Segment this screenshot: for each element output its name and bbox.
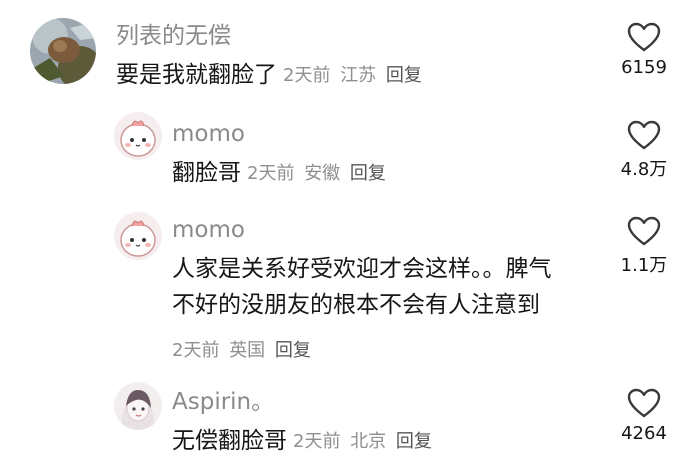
like-count: 4.8万: [620, 159, 668, 180]
reply-button[interactable]: 回复: [386, 65, 422, 86]
reply-item: Aspirin。 无偿翻脸哥 2天前 北京 回复 4264: [0, 372, 690, 468]
heart-icon: [627, 22, 661, 52]
comment-text: 翻脸哥 2天前 安徽 回复: [172, 154, 390, 193]
like-count: 6159: [621, 57, 667, 78]
comment-location: 英国: [229, 340, 266, 361]
comment-username[interactable]: 列表的无偿: [116, 22, 231, 50]
comment-username[interactable]: Aspirin。: [172, 388, 274, 416]
comment-time: 2天前: [293, 431, 341, 452]
heart-icon: [627, 216, 661, 246]
reply-button[interactable]: 回复: [275, 340, 311, 361]
comment-username[interactable]: momo: [172, 120, 245, 148]
like-count: 4264: [621, 423, 667, 444]
heart-icon: [627, 120, 661, 150]
comment-meta: 2天前 北京 回复: [293, 431, 436, 452]
comment-meta: 2天前 英国 回复: [172, 336, 315, 362]
comment-time: 2天前: [283, 65, 331, 86]
like-button[interactable]: 4.8万: [604, 120, 684, 181]
reply-item: momo 人家是关系好受欢迎才会这样。。脾气 不好的没朋友的根本不会有人注意到 …: [0, 200, 690, 370]
avatar[interactable]: [114, 382, 162, 430]
avatar[interactable]: [114, 112, 162, 160]
comment-text-line-2: 不好的没朋友的根本不会有人注意到: [172, 292, 540, 318]
comment-body: 无偿翻脸哥: [172, 428, 287, 454]
reply-button[interactable]: 回复: [350, 163, 386, 184]
comment-text-line-1: 人家是关系好受欢迎才会这样。。脾气: [172, 256, 552, 282]
comment-text: 要是我就翻脸了 2天前 江苏 回复: [116, 56, 426, 95]
comment-location: 北京: [350, 431, 387, 452]
comment-body: 要是我就翻脸了: [116, 62, 277, 88]
heart-icon: [627, 388, 661, 418]
comment-time: 2天前: [247, 163, 295, 184]
like-button[interactable]: 6159: [604, 22, 684, 78]
comment-location: 江苏: [340, 65, 377, 86]
avatar[interactable]: [30, 18, 96, 84]
like-button[interactable]: 1.1万: [604, 216, 684, 277]
comment-time: 2天前: [172, 340, 220, 361]
comment-item: 列表的无偿 要是我就翻脸了 2天前 江苏 回复 6159: [0, 0, 690, 100]
avatar[interactable]: [114, 212, 162, 260]
like-button[interactable]: 4264: [604, 388, 684, 444]
comment-location: 安徽: [304, 163, 341, 184]
comment-body: 翻脸哥: [172, 160, 241, 186]
comment-meta: 2天前 安徽 回复: [247, 163, 390, 184]
comment-text: 无偿翻脸哥 2天前 北京 回复: [172, 422, 436, 461]
reply-item: momo 翻脸哥 2天前 安徽 回复 4.8万: [0, 104, 690, 200]
like-count: 1.1万: [620, 255, 668, 276]
reply-button[interactable]: 回复: [396, 431, 432, 452]
comment-meta: 2天前 江苏 回复: [283, 65, 426, 86]
comment-username[interactable]: momo: [172, 216, 245, 244]
